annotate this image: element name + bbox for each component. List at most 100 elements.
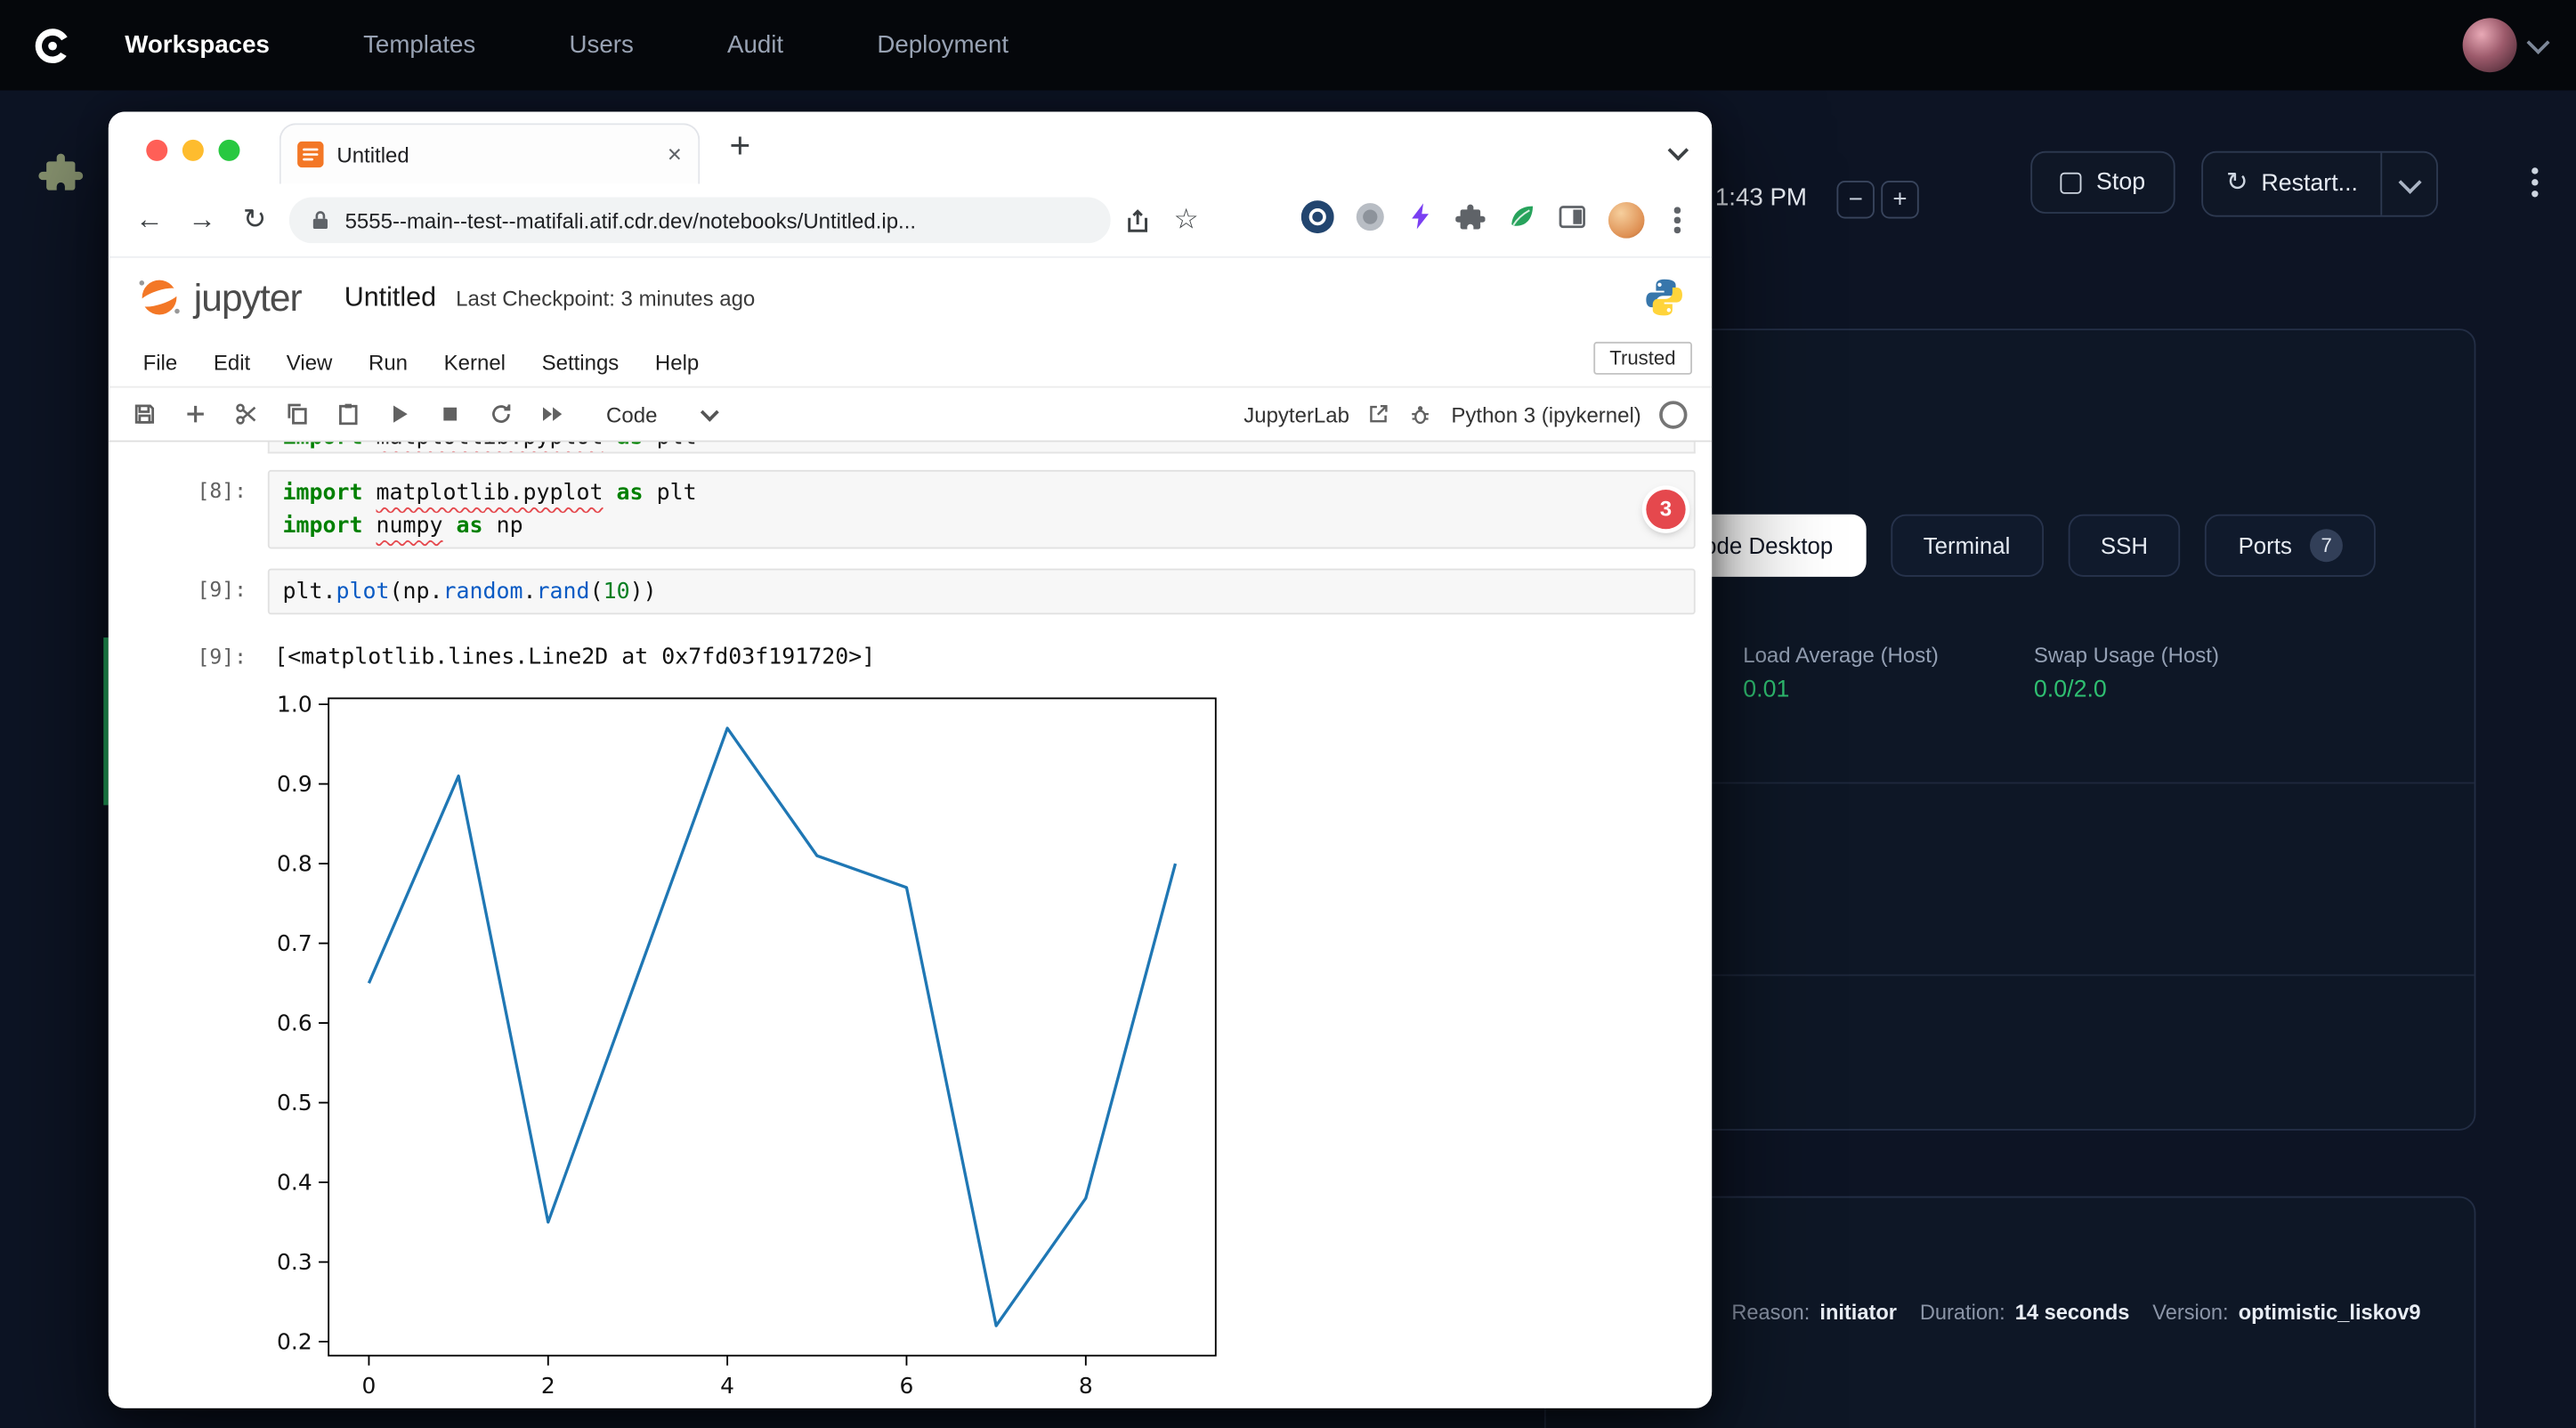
browser-window: Untitled × + ← → ↻ 5555--main--test--mat… bbox=[109, 112, 1712, 1408]
workspace-more-options-icon[interactable] bbox=[2518, 165, 2551, 201]
screen: Workspaces Templates Users Audit Deploym… bbox=[0, 0, 2576, 1428]
code-line: import matplotlib.pyplot as plt bbox=[282, 476, 1681, 509]
terminal-button[interactable]: Terminal bbox=[1891, 515, 2043, 577]
menu-help[interactable]: Help bbox=[637, 349, 717, 374]
jupyter-header: jupyter Untitled Last Checkpoint: 3 minu… bbox=[109, 258, 1712, 337]
extension-icon-gray[interactable] bbox=[1356, 201, 1385, 239]
forward-icon[interactable]: → bbox=[177, 204, 226, 237]
code-cell-input[interactable]: plt.plot(np.random.rand(10)) bbox=[268, 569, 1696, 615]
nav-item-deployment[interactable]: Deployment bbox=[877, 31, 1009, 59]
jupyter-logo bbox=[134, 272, 183, 321]
svg-text:6: 6 bbox=[900, 1373, 914, 1399]
python-logo bbox=[1643, 276, 1686, 319]
swap-usage-value: 0.0/2.0 bbox=[2034, 677, 2219, 703]
svg-text:2: 2 bbox=[541, 1373, 555, 1399]
zoom-out-button[interactable]: − bbox=[1836, 181, 1874, 218]
matplotlib-plot: 0.20.30.40.50.60.70.80.91.002468 bbox=[264, 692, 1250, 1408]
extensions-puzzle-icon[interactable] bbox=[1455, 201, 1485, 239]
notebook-favicon bbox=[297, 142, 324, 168]
window-minimize-button[interactable] bbox=[182, 140, 204, 161]
tab-search-icon[interactable] bbox=[1671, 136, 1686, 166]
window-close-button[interactable] bbox=[146, 140, 167, 161]
stop-button[interactable]: Stop bbox=[2030, 151, 2175, 214]
restart-run-all-icon[interactable] bbox=[526, 393, 577, 435]
split-screen-icon[interactable] bbox=[1558, 201, 1587, 239]
menu-run[interactable]: Run bbox=[351, 349, 426, 374]
jupyter-toolbar: Code JupyterLab Python 3 (ipykernel) bbox=[109, 388, 1712, 442]
svg-text:0.4: 0.4 bbox=[277, 1169, 312, 1195]
menu-kernel[interactable]: Kernel bbox=[425, 349, 523, 374]
swap-usage-label: Swap Usage (Host) bbox=[2034, 643, 2219, 668]
input-prompt: [8]: bbox=[197, 478, 247, 503]
ports-label: Ports bbox=[2239, 532, 2292, 559]
load-average-value: 0.01 bbox=[1743, 677, 1939, 703]
notebook-area: import matplotlib.pyplot as plt [8]: imp… bbox=[109, 442, 1712, 1408]
user-avatar[interactable] bbox=[2463, 18, 2517, 72]
address-bar[interactable]: 5555--main--test--matifali.atif.cdr.dev/… bbox=[289, 197, 1111, 243]
back-icon[interactable]: ← bbox=[125, 204, 174, 237]
save-icon[interactable] bbox=[118, 393, 169, 435]
jupyter-menubar: File Edit View Run Kernel Settings Help … bbox=[109, 337, 1712, 387]
jupyterlab-link[interactable]: JupyterLab bbox=[1243, 402, 1349, 426]
extension-icon-green[interactable] bbox=[1506, 201, 1535, 239]
trusted-button[interactable]: Trusted bbox=[1593, 342, 1692, 375]
svg-text:8: 8 bbox=[1079, 1373, 1093, 1399]
reason-value: initiator bbox=[1819, 1300, 1897, 1325]
code-cell-input[interactable]: import matplotlib.pyplot as plt import n… bbox=[268, 470, 1696, 549]
menu-edit[interactable]: Edit bbox=[196, 349, 269, 374]
kernel-name[interactable]: Python 3 (ipykernel) bbox=[1451, 402, 1640, 426]
stop-label: Stop bbox=[2096, 169, 2145, 196]
reload-icon[interactable]: ↻ bbox=[230, 204, 279, 237]
build-info-line: Reason: initiator Duration: 14 seconds V… bbox=[1731, 1300, 2420, 1325]
window-maximize-button[interactable] bbox=[218, 140, 239, 161]
svg-text:0.9: 0.9 bbox=[277, 771, 312, 797]
onepassword-extension-icon[interactable] bbox=[1301, 199, 1334, 240]
bookmark-star-icon[interactable]: ☆ bbox=[1163, 204, 1210, 237]
chevron-down-icon[interactable] bbox=[2526, 30, 2549, 53]
cell-output-text: [<matplotlib.lines.Line2D at 0x7fd03f191… bbox=[274, 641, 875, 674]
nav-item-templates[interactable]: Templates bbox=[363, 31, 475, 59]
cell-type-dropdown[interactable]: Code bbox=[606, 402, 717, 426]
copy-cell-icon[interactable] bbox=[271, 393, 322, 435]
nav-item-audit[interactable]: Audit bbox=[727, 31, 783, 59]
menu-file[interactable]: File bbox=[125, 349, 195, 374]
kernel-status-icon[interactable] bbox=[1659, 400, 1687, 427]
chevron-down-icon bbox=[701, 402, 719, 421]
coder-logo-icon[interactable] bbox=[29, 22, 76, 69]
svg-text:0: 0 bbox=[362, 1373, 377, 1399]
nav-item-workspaces[interactable]: Workspaces bbox=[125, 31, 270, 59]
notebook-title[interactable]: Untitled bbox=[344, 282, 436, 313]
ssh-button[interactable]: SSH bbox=[2068, 515, 2181, 577]
svg-text:1.0: 1.0 bbox=[277, 692, 312, 717]
extensions-row bbox=[1301, 199, 1696, 240]
external-link-icon[interactable] bbox=[1367, 402, 1390, 426]
zoom-in-button[interactable]: + bbox=[1881, 181, 1918, 218]
interrupt-kernel-icon[interactable] bbox=[424, 393, 474, 435]
nav-item-users[interactable]: Users bbox=[569, 31, 633, 59]
menu-view[interactable]: View bbox=[269, 349, 351, 374]
browser-profile-avatar[interactable] bbox=[1608, 202, 1645, 239]
restart-dropdown-button[interactable] bbox=[2381, 153, 2437, 215]
notification-badge[interactable]: 3 bbox=[1646, 490, 1685, 529]
restart-kernel-icon[interactable] bbox=[474, 393, 525, 435]
clipped-cell[interactable]: import matplotlib.pyplot as plt bbox=[268, 442, 1696, 453]
lightning-extension-icon[interactable] bbox=[1406, 202, 1434, 239]
add-cell-icon[interactable] bbox=[169, 393, 220, 435]
jupyter-wordmark: jupyter bbox=[194, 275, 302, 320]
menu-settings[interactable]: Settings bbox=[523, 349, 636, 374]
puzzle-app-icon[interactable] bbox=[36, 151, 85, 209]
browser-tab[interactable]: Untitled × bbox=[279, 123, 700, 183]
restart-button[interactable]: ↻ Restart... bbox=[2203, 153, 2381, 215]
new-tab-button[interactable]: + bbox=[729, 125, 750, 167]
debugger-bug-icon[interactable] bbox=[1408, 402, 1433, 426]
browser-menu-icon[interactable] bbox=[1665, 204, 1689, 237]
cut-cell-icon[interactable] bbox=[220, 393, 271, 435]
svg-text:0.8: 0.8 bbox=[277, 850, 312, 876]
tab-close-icon[interactable]: × bbox=[668, 141, 682, 168]
paste-cell-icon[interactable] bbox=[322, 393, 373, 435]
share-icon[interactable] bbox=[1114, 207, 1160, 234]
ports-button[interactable]: Ports 7 bbox=[2206, 515, 2376, 577]
run-cell-icon[interactable] bbox=[373, 393, 424, 435]
load-average-label: Load Average (Host) bbox=[1743, 643, 1939, 668]
code-line: import numpy as np bbox=[282, 509, 1681, 542]
